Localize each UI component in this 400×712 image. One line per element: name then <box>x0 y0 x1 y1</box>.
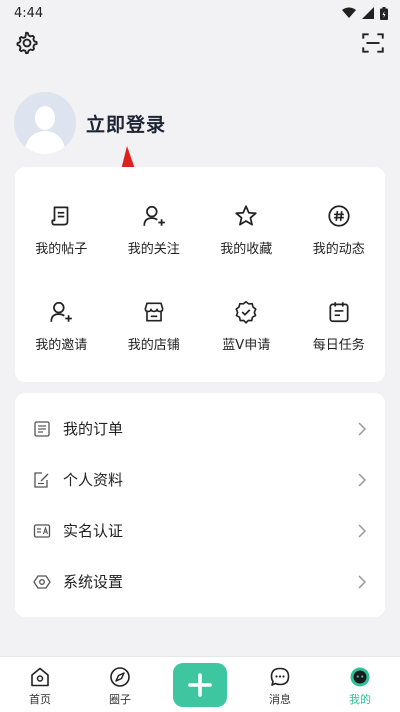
nav-label: 圈子 <box>109 693 131 706</box>
status-icons <box>342 6 388 20</box>
nav-label: 首页 <box>29 693 51 706</box>
signal-icon <box>362 7 374 19</box>
grid-label: 我的帖子 <box>35 242 88 257</box>
grid-item-favorites[interactable]: 我的收藏 <box>200 185 293 281</box>
gear-icon[interactable] <box>14 30 40 56</box>
grid-item-following[interactable]: 我的关注 <box>108 185 201 281</box>
nav-messages[interactable]: 消息 <box>240 657 320 712</box>
order-icon <box>34 420 50 437</box>
nav-label: 我的 <box>349 693 371 706</box>
grid-item-invites[interactable]: 我的邀请 <box>15 281 108 377</box>
quick-actions-grid: 我的帖子 我的关注 我的收藏 我的动态 我的邀请 我的店铺 蓝V申请 每日任务 <box>15 167 385 382</box>
list-item-orders[interactable]: 我的订单 <box>15 403 385 454</box>
store-icon <box>144 302 164 322</box>
login-link[interactable]: 立即登录 <box>86 110 166 137</box>
wifi-icon <box>342 7 356 18</box>
scan-icon[interactable] <box>360 30 386 56</box>
grid-label: 蓝V申请 <box>222 338 271 353</box>
grid-label: 每日任务 <box>312 338 365 353</box>
grid-item-store[interactable]: 我的店铺 <box>108 281 201 377</box>
status-bar: 4:44 <box>0 0 400 26</box>
list-label: 个人资料 <box>63 471 124 489</box>
grid-label: 我的关注 <box>127 242 180 257</box>
list-label: 实名认证 <box>63 522 124 540</box>
grid-item-daily-tasks[interactable]: 每日任务 <box>293 281 386 377</box>
chat-bubble-icon <box>270 667 290 686</box>
invite-user-icon <box>50 301 73 322</box>
chevron-right-icon <box>358 575 367 589</box>
verified-badge-icon <box>235 300 257 324</box>
battery-icon <box>380 6 388 20</box>
chevron-right-icon <box>358 422 367 436</box>
nav-mine[interactable]: 我的 <box>320 657 400 712</box>
profile-header[interactable]: 立即登录 <box>14 91 166 155</box>
default-avatar-icon <box>14 92 76 154</box>
grid-label: 我的收藏 <box>220 242 273 257</box>
list-label: 系统设置 <box>63 573 124 591</box>
grid-label: 我的动态 <box>312 242 365 257</box>
hexagon-settings-icon <box>33 574 51 589</box>
list-item-real-name-verification[interactable]: 实名认证 <box>15 505 385 556</box>
grid-item-verification[interactable]: 蓝V申请 <box>200 281 293 377</box>
nav-home[interactable]: 首页 <box>0 657 80 712</box>
profile-edit-icon <box>34 471 49 488</box>
list-label: 我的订单 <box>63 420 124 438</box>
chevron-right-icon <box>358 473 367 487</box>
compass-icon <box>110 667 130 687</box>
avatar[interactable] <box>14 92 76 154</box>
home-icon <box>31 667 49 687</box>
mine-face-icon <box>350 667 370 687</box>
follow-user-icon <box>143 205 165 226</box>
menu-list: 我的订单 个人资料 实名认证 系统设置 <box>15 393 385 617</box>
id-card-icon <box>33 523 51 538</box>
grid-label: 我的店铺 <box>127 338 180 353</box>
nav-circle[interactable]: 圈子 <box>80 657 160 712</box>
top-toolbar <box>0 30 400 58</box>
status-time: 4:44 <box>14 5 44 21</box>
grid-label: 我的邀请 <box>35 338 88 353</box>
grid-item-posts[interactable]: 我的帖子 <box>15 185 108 281</box>
calendar-icon <box>329 302 349 323</box>
add-post-button[interactable] <box>173 663 227 707</box>
post-icon <box>51 206 69 226</box>
hashtag-icon <box>328 205 350 227</box>
nav-label: 消息 <box>269 693 291 706</box>
list-item-system-settings[interactable]: 系统设置 <box>15 556 385 607</box>
star-icon <box>235 205 257 226</box>
chevron-right-icon <box>358 524 367 538</box>
plus-icon <box>188 673 212 697</box>
list-item-profile[interactable]: 个人资料 <box>15 454 385 505</box>
grid-item-activity[interactable]: 我的动态 <box>293 185 386 281</box>
